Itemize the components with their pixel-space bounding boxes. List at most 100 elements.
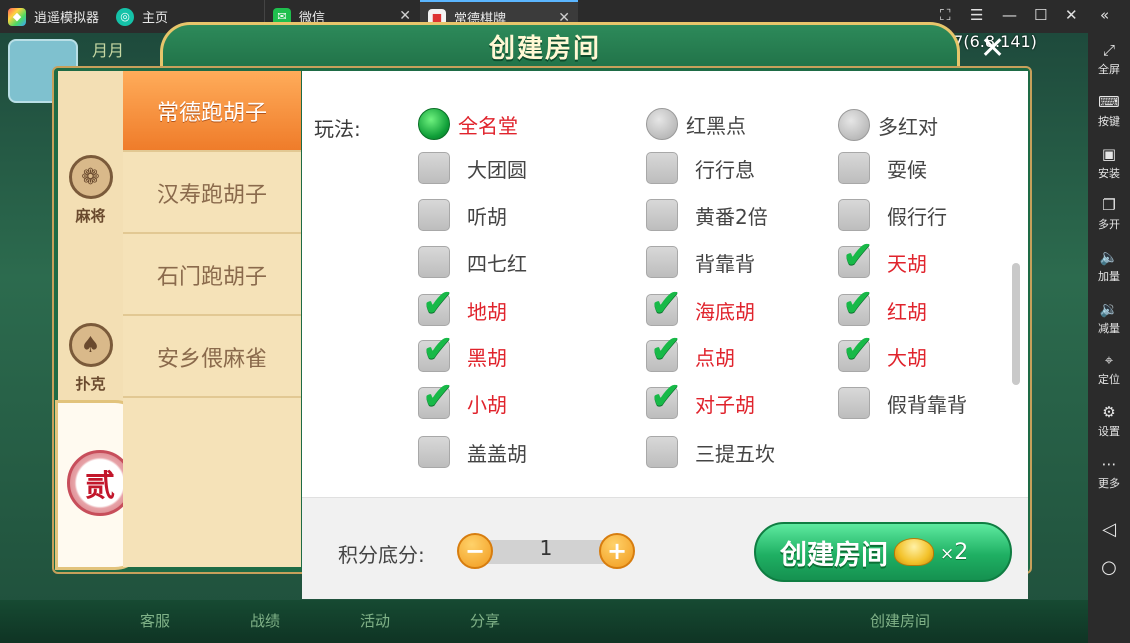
android-back-button[interactable]: ◁	[1088, 521, 1130, 541]
checkmark-icon: ✔	[422, 374, 454, 418]
category-poker[interactable]: ♠ 扑克	[58, 323, 123, 394]
multi-open-icon: ❐	[1102, 196, 1116, 214]
checkmark-icon: ✔	[842, 281, 874, 325]
screen-capture-icon[interactable]: ⛶	[940, 6, 951, 24]
checkmark-icon: ✔	[842, 233, 874, 277]
option-checkbox[interactable]: 行行息	[646, 151, 755, 185]
gear-icon: ⚙	[1102, 403, 1116, 421]
sidebar-item-multi[interactable]: ❐ 多开	[1088, 196, 1130, 232]
sidebar-item-volume-up[interactable]: 🔈 加量	[1088, 248, 1130, 284]
mode-radio-hongheidian[interactable]: 红黑点	[646, 107, 746, 141]
option-checkbox[interactable]: ✔ 小胡	[418, 374, 507, 420]
bottom-nav-service[interactable]: 客服	[140, 610, 170, 631]
mode-radio-quanmingtang[interactable]: 全名堂	[418, 107, 518, 141]
bottom-nav-records[interactable]: 战绩	[250, 610, 280, 631]
radio-button[interactable]	[838, 109, 870, 141]
checkbox[interactable]: ✔	[418, 327, 454, 372]
option-checkbox[interactable]: 四七红	[418, 245, 527, 279]
option-checkbox[interactable]: 耍候	[838, 151, 927, 185]
checkbox[interactable]	[418, 199, 450, 231]
create-room-button[interactable]: 创建房间 ×2	[754, 522, 1012, 582]
option-checkbox[interactable]: ✔ 海底胡	[646, 281, 755, 327]
sidebar-item-location[interactable]: ⌖ 定位	[1088, 351, 1130, 387]
checkbox[interactable]	[838, 152, 870, 184]
option-checkbox[interactable]: 听胡	[418, 198, 507, 232]
menu-icon[interactable]: ☰	[970, 6, 983, 24]
radio-button[interactable]	[646, 108, 678, 140]
sidebar-item-label: 安装	[1098, 167, 1120, 180]
game-item-shimen[interactable]: 石门跑胡子	[123, 235, 301, 316]
option-label: 海底胡	[695, 299, 755, 324]
tab-home-label: 主页	[142, 11, 169, 26]
radio-button[interactable]	[418, 108, 450, 140]
option-checkbox[interactable]: 背靠背	[646, 245, 755, 279]
option-checkbox[interactable]: 假背靠背	[838, 386, 967, 420]
category-label: 扑克	[75, 375, 106, 393]
option-checkbox[interactable]: ✔ 对子胡	[646, 374, 755, 420]
gold-ingot-icon	[894, 538, 934, 566]
checkbox[interactable]	[418, 152, 450, 184]
checkbox[interactable]	[838, 199, 870, 231]
location-icon: ⌖	[1104, 351, 1114, 369]
android-home-button[interactable]: ○	[1088, 559, 1130, 579]
bottom-nav-events[interactable]: 活动	[360, 610, 390, 631]
option-label: 大胡	[887, 345, 927, 370]
checkbox[interactable]	[838, 387, 870, 419]
mode-label: 红黑点	[686, 113, 746, 138]
option-label: 地胡	[467, 299, 507, 324]
option-checkbox[interactable]: 三提五坎	[646, 435, 775, 469]
option-checkbox[interactable]: ✔ 点胡	[646, 327, 735, 373]
emulator-sidebar: ⤢ 全屏 ⌨ 按键 ▣ 安装 ❐ 多开 🔈 加量 🔉 减量 ⌖ 定位 ⚙ 设置 ⋯ 更多 ◁ ○	[1088, 33, 1130, 643]
option-checkbox[interactable]: 黄番2倍	[646, 198, 768, 232]
decrease-score-button[interactable]: −	[457, 533, 493, 569]
mode-radio-duohongdui[interactable]: 多红对	[838, 108, 938, 142]
sidebar-item-volume-down[interactable]: 🔉 减量	[1088, 300, 1130, 336]
more-icon: ⋯	[1101, 455, 1117, 473]
option-label: 点胡	[695, 345, 735, 370]
collapse-sidebar-icon[interactable]: «	[1100, 6, 1109, 24]
checkbox[interactable]	[646, 199, 678, 231]
option-label: 小胡	[467, 392, 507, 417]
option-checkbox[interactable]: ✔ 大胡	[838, 327, 927, 373]
game-item-anxiang[interactable]: 安乡偎麻雀	[123, 317, 301, 398]
option-checkbox[interactable]: ✔ 黑胡	[418, 327, 507, 373]
game-item-hanshou[interactable]: 汉寿跑胡子	[123, 153, 301, 234]
option-checkbox[interactable]: ✔ 红胡	[838, 281, 927, 327]
sidebar-item-install[interactable]: ▣ 安装	[1088, 145, 1130, 181]
checkbox[interactable]: ✔	[418, 281, 454, 326]
sidebar-item-label: 加量	[1098, 270, 1120, 283]
game-item-changde[interactable]: 常德跑胡子	[123, 71, 301, 152]
maximize-icon[interactable]: ☐	[1034, 6, 1047, 24]
checkbox[interactable]: ✔	[838, 233, 874, 278]
category-mahjong[interactable]: ❁ 麻将	[58, 155, 123, 226]
checkbox[interactable]	[646, 436, 678, 468]
close-window-icon[interactable]: ✕	[1065, 6, 1078, 24]
checkbox[interactable]	[418, 246, 450, 278]
checkbox[interactable]: ✔	[418, 374, 454, 419]
sidebar-item-keyboard[interactable]: ⌨ 按键	[1088, 93, 1130, 129]
checkbox[interactable]: ✔	[646, 281, 682, 326]
option-checkbox[interactable]: ✔ 地胡	[418, 281, 507, 327]
increase-score-button[interactable]: +	[599, 533, 635, 569]
checkbox[interactable]: ✔	[838, 327, 874, 372]
option-checkbox[interactable]: 盖盖胡	[418, 435, 527, 469]
sidebar-item-settings[interactable]: ⚙ 设置	[1088, 403, 1130, 439]
minimize-icon[interactable]: —	[1002, 6, 1017, 24]
option-checkbox[interactable]: ✔ 天胡	[838, 233, 927, 279]
bottom-nav-create-room[interactable]: 创建房间	[870, 610, 930, 631]
checkbox[interactable]	[646, 152, 678, 184]
options-scrollbar[interactable]	[1012, 263, 1020, 385]
sidebar-item-fullscreen[interactable]: ⤢ 全屏	[1088, 41, 1130, 77]
category-label: 麻将	[75, 207, 106, 225]
checkbox[interactable]: ✔	[838, 281, 874, 326]
close-dialog-button[interactable]: ✕	[980, 34, 1005, 64]
sidebar-item-more[interactable]: ⋯ 更多	[1088, 455, 1130, 491]
checkbox[interactable]: ✔	[646, 327, 682, 372]
bottom-nav-share[interactable]: 分享	[470, 610, 500, 631]
checkbox[interactable]: ✔	[646, 374, 682, 419]
option-checkbox[interactable]: 假行行	[838, 198, 947, 232]
checkbox[interactable]	[418, 436, 450, 468]
checkbox[interactable]	[646, 246, 678, 278]
option-checkbox[interactable]: 大团圆	[418, 151, 527, 185]
option-label: 耍候	[887, 157, 927, 182]
